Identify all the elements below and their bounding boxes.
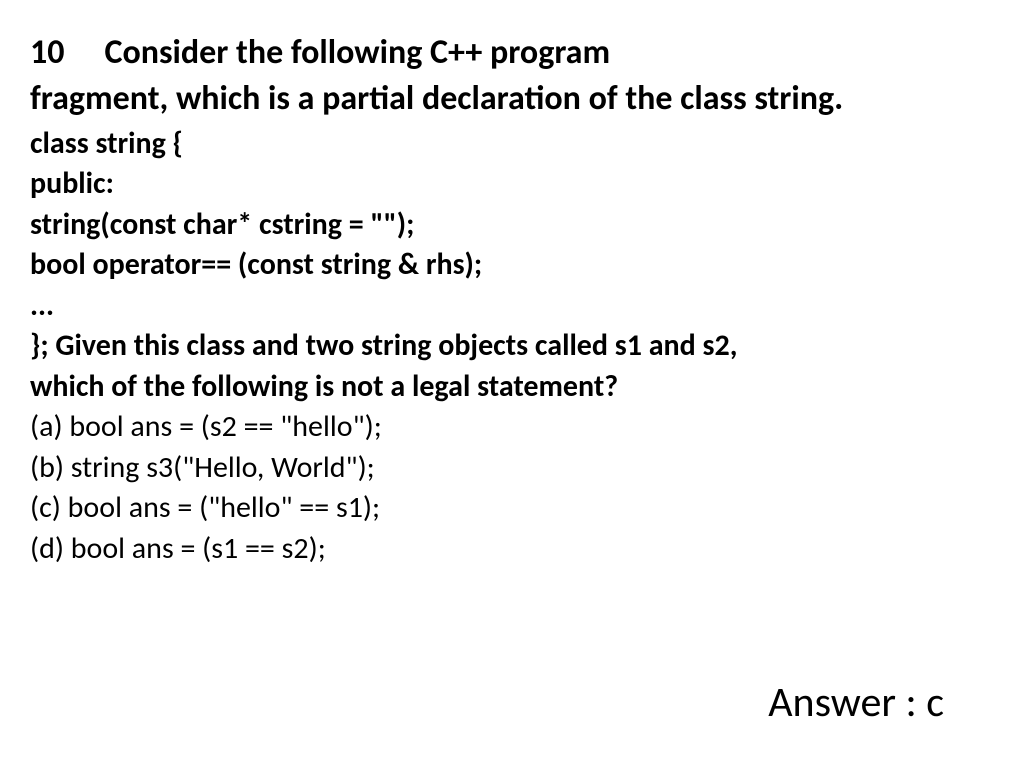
option-c: (c) bool ans = ("hello" == s1);: [30, 488, 1004, 529]
sub-question: }; Given this class and two string objec…: [30, 326, 1004, 407]
code-line: public:: [30, 164, 1004, 205]
sub-line: }; Given this class and two string objec…: [30, 326, 1004, 367]
answer-text: Answer : c: [768, 677, 944, 728]
sub-line: which of the following is not a legal st…: [30, 367, 1004, 408]
code-fragment: class string { public: string(const char…: [30, 124, 1004, 327]
slide-container: 10 Consider the following C++ program fra…: [0, 0, 1024, 768]
option-a: (a) bool ans = (s2 == "hello");: [30, 407, 1004, 448]
option-d: (d) bool ans = (s1 == s2);: [30, 529, 1004, 570]
code-line: ...: [30, 286, 1004, 327]
prompt-line-2: fragment, which is a partial declaration…: [30, 78, 843, 119]
option-b: (b) string s3("Hello, World");: [30, 448, 1004, 489]
code-line: bool operator== (const string & rhs);: [30, 245, 1004, 286]
code-line: string(const char* cstring = "");: [30, 205, 1004, 246]
question-prompt: 10 Consider the following C++ program fra…: [30, 30, 1004, 122]
options-list: (a) bool ans = (s2 == "hello"); (b) stri…: [30, 407, 1004, 569]
prompt-line-1: Consider the following C++ program: [104, 32, 610, 73]
code-line: class string {: [30, 124, 1004, 165]
question-number: 10: [30, 30, 64, 76]
